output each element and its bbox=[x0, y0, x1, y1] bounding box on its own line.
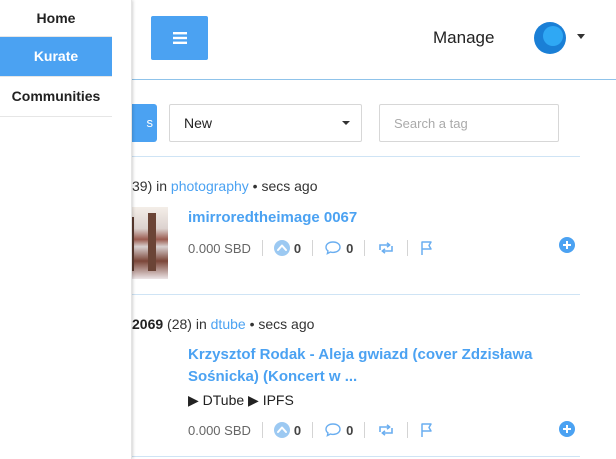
post-category-link[interactable]: photography bbox=[171, 178, 249, 194]
stat-separator bbox=[407, 240, 409, 256]
comment-count: 0 bbox=[346, 240, 354, 256]
stat-separator bbox=[407, 422, 409, 438]
add-circle-icon[interactable] bbox=[559, 421, 575, 437]
post-reputation: 39) bbox=[132, 178, 153, 194]
sort-select-value: New bbox=[184, 115, 213, 131]
add-circle-icon[interactable] bbox=[559, 237, 575, 253]
hamburger-menu-icon bbox=[172, 32, 187, 44]
post-reputation: (28) bbox=[167, 316, 192, 332]
user-avatar[interactable] bbox=[534, 22, 566, 54]
post-in-label: in bbox=[195, 316, 207, 332]
manage-link[interactable]: Manage bbox=[433, 28, 494, 48]
post-time: secs ago bbox=[258, 316, 315, 332]
divider bbox=[132, 456, 580, 457]
meta-bullet: • bbox=[249, 316, 255, 332]
comment-icon[interactable] bbox=[324, 422, 342, 438]
meta-bullet: • bbox=[252, 178, 258, 194]
divider bbox=[132, 294, 580, 295]
stat-separator bbox=[261, 240, 263, 256]
post-stats: 0.000 SBD 0 0 bbox=[188, 239, 435, 257]
vote-count: 0 bbox=[293, 240, 302, 256]
flag-icon[interactable] bbox=[419, 422, 435, 438]
sort-select[interactable]: New bbox=[169, 104, 362, 142]
post-title-link[interactable]: Krzysztof Rodak - Aleja gwiazd (cover Zd… bbox=[188, 344, 568, 388]
vote-count: 0 bbox=[293, 422, 302, 438]
post-stats: 0.000 SBD 0 0 bbox=[188, 421, 435, 439]
post-payout: 0.000 SBD bbox=[188, 422, 251, 438]
resteem-icon[interactable] bbox=[376, 240, 396, 256]
upvote-icon[interactable] bbox=[273, 422, 290, 438]
post-meta: 39) in photography • secs ago bbox=[132, 178, 318, 194]
app-page: Manage s New 39) in photography • secs a… bbox=[0, 0, 616, 459]
comment-icon[interactable] bbox=[324, 240, 342, 256]
sidebar-item-communities[interactable]: Communities bbox=[0, 77, 112, 117]
post-in-label: in bbox=[156, 178, 168, 194]
post-category-link[interactable]: dtube bbox=[211, 316, 246, 332]
post-time: secs ago bbox=[261, 178, 318, 194]
stat-separator bbox=[312, 422, 314, 438]
sidebar-drawer: Home Kurate Communities bbox=[0, 0, 132, 459]
stat-separator bbox=[261, 422, 263, 438]
post-title-link[interactable]: imirroredtheimage 0067 bbox=[188, 207, 568, 229]
stat-separator bbox=[364, 240, 366, 256]
stat-separator bbox=[364, 422, 366, 438]
stat-separator bbox=[312, 240, 314, 256]
upvote-icon[interactable] bbox=[273, 240, 290, 256]
caret-down-icon bbox=[342, 121, 350, 125]
post-payout: 0.000 SBD bbox=[188, 240, 251, 256]
sidebar-item-home[interactable]: Home bbox=[0, 0, 112, 37]
resteem-icon[interactable] bbox=[376, 422, 396, 438]
divider bbox=[132, 156, 580, 157]
post-excerpt: ▶ DTube ▶ IPFS bbox=[188, 392, 294, 408]
post-meta: 2069 (28) in dtube • secs ago bbox=[132, 316, 314, 332]
sidebar-item-kurate[interactable]: Kurate bbox=[0, 37, 112, 77]
tag-search-input[interactable] bbox=[379, 104, 559, 142]
flag-icon[interactable] bbox=[419, 240, 435, 256]
chevron-down-icon[interactable] bbox=[577, 34, 585, 39]
post-author-link[interactable]: 2069 bbox=[132, 316, 163, 332]
comment-count: 0 bbox=[346, 422, 354, 438]
menu-toggle-button[interactable] bbox=[151, 16, 208, 60]
